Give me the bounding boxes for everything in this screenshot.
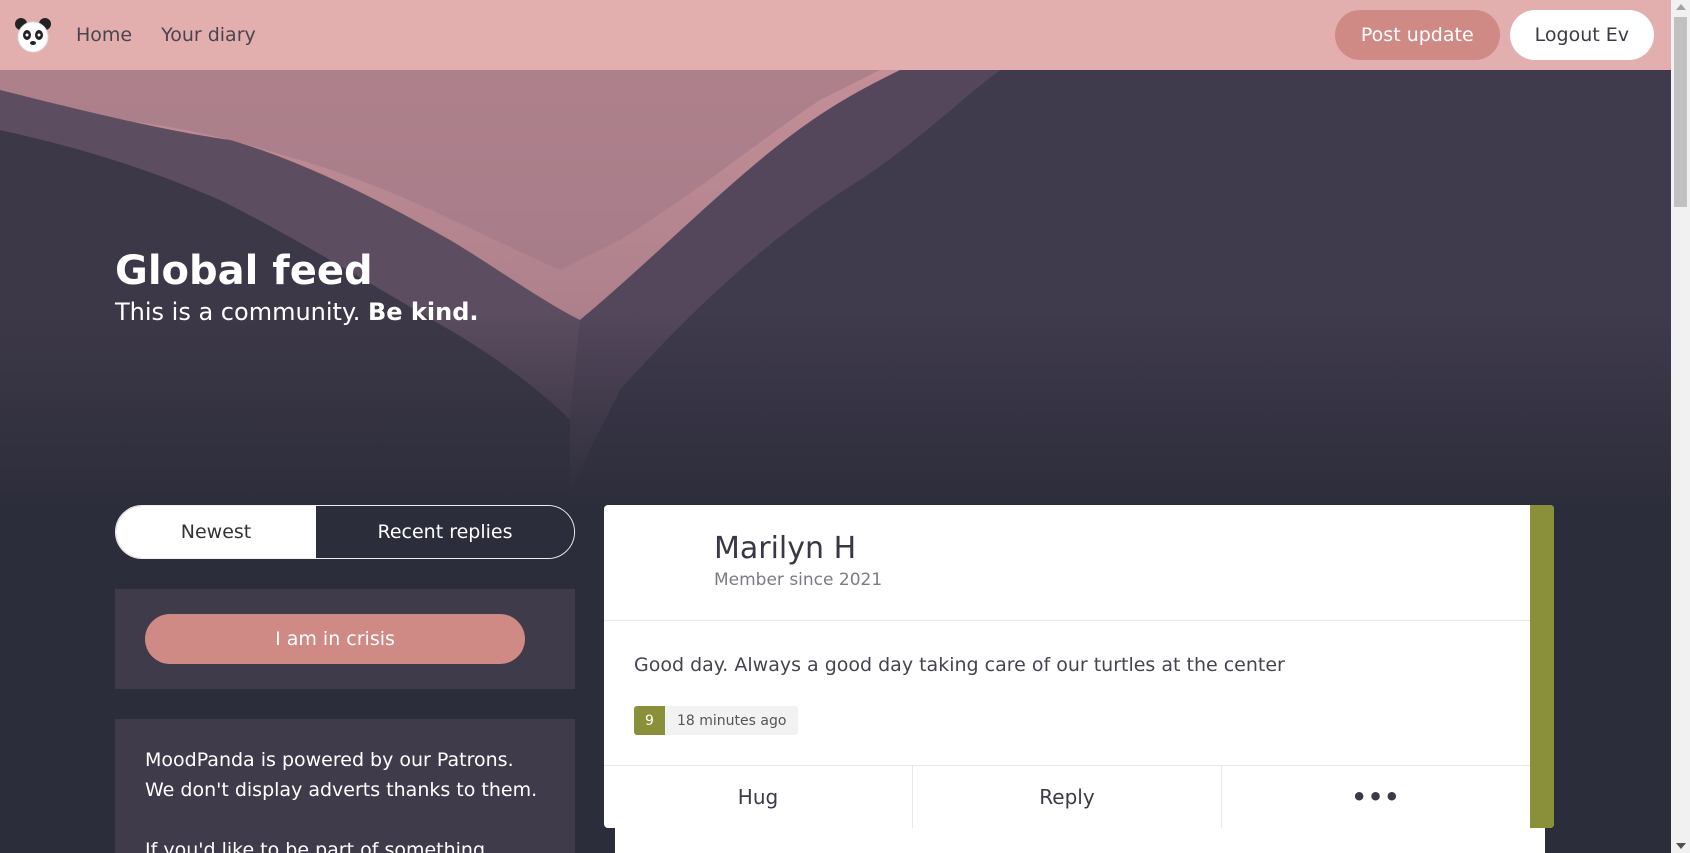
tab-recent-replies[interactable]: Recent replies bbox=[316, 506, 574, 558]
mood-accent-bar bbox=[1530, 505, 1554, 828]
page-title: Global feed bbox=[115, 248, 373, 294]
page-scrollbar[interactable] bbox=[1671, 0, 1690, 853]
crisis-button[interactable]: I am in crisis bbox=[145, 614, 525, 664]
nav-actions: Post update Logout Ev bbox=[1334, 10, 1654, 60]
more-options-icon[interactable]: ••• bbox=[1222, 766, 1530, 828]
patron-panel: MoodPanda is powered by our Patrons. We … bbox=[115, 719, 575, 853]
page-subtitle: This is a community. Be kind. bbox=[115, 298, 479, 326]
crisis-panel: I am in crisis bbox=[115, 589, 575, 689]
reply-button[interactable]: Reply bbox=[913, 766, 1222, 828]
post-actions: Hug Reply ••• bbox=[604, 766, 1530, 828]
hero-banner: Global feed This is a community. Be kind… bbox=[0, 70, 1671, 510]
subtitle-emphasis: Be kind. bbox=[368, 298, 479, 326]
logout-button[interactable]: Logout Ev bbox=[1509, 10, 1654, 60]
patron-text: MoodPanda is powered by our Patrons. We … bbox=[145, 749, 538, 801]
feed-sort-toggle: Newest Recent replies bbox=[115, 505, 575, 559]
hug-button[interactable]: Hug bbox=[604, 766, 913, 828]
post-author-member-since: Member since 2021 bbox=[714, 570, 883, 590]
panda-logo-icon[interactable] bbox=[14, 16, 52, 54]
post-body: Good day. Always a good day taking care … bbox=[634, 654, 1285, 676]
mood-rating: 9 bbox=[634, 706, 665, 735]
feed-post-card: Marilyn H Member since 2021 Good day. Al… bbox=[604, 505, 1554, 828]
subtitle-text: This is a community. bbox=[115, 298, 361, 326]
card-divider bbox=[604, 620, 1530, 621]
nav-diary-link[interactable]: Your diary bbox=[161, 24, 256, 46]
tab-newest[interactable]: Newest bbox=[116, 506, 316, 558]
nav-home-link[interactable]: Home bbox=[76, 24, 132, 46]
top-navbar: Home Your diary Post update Logout Ev bbox=[0, 0, 1671, 70]
mood-badge: 9 18 minutes ago bbox=[634, 706, 799, 735]
post-timestamp: 18 minutes ago bbox=[665, 706, 799, 735]
post-author-name[interactable]: Marilyn H bbox=[714, 531, 856, 566]
patron-text-more: If you'd like to be part of something bbox=[145, 839, 486, 853]
scroll-down-arrow-icon[interactable] bbox=[1676, 843, 1686, 849]
post-update-button[interactable]: Post update bbox=[1334, 10, 1500, 60]
scroll-thumb[interactable] bbox=[1674, 17, 1687, 207]
scroll-up-arrow-icon[interactable] bbox=[1676, 4, 1686, 10]
